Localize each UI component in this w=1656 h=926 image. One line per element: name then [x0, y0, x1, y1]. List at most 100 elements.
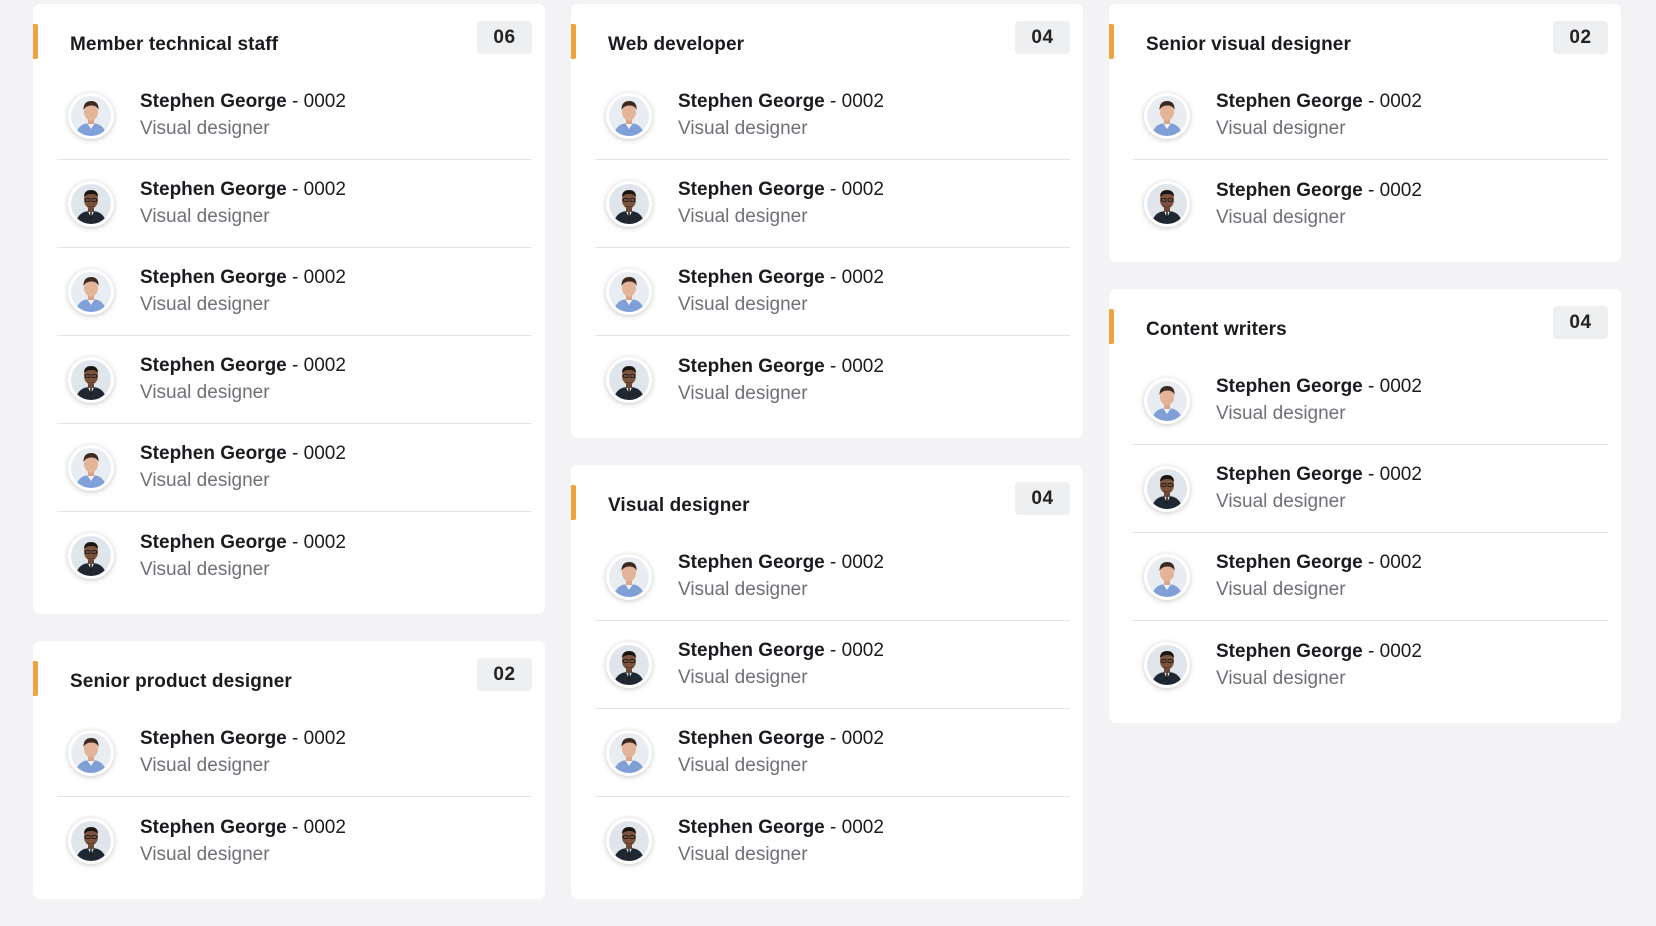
member-heading: Stephen George - 0002: [1216, 641, 1422, 663]
avatar[interactable]: [606, 729, 652, 776]
member-separator: -: [824, 355, 842, 377]
member-row[interactable]: Stephen George - 0002 Visual designer: [1133, 621, 1608, 709]
member-name[interactable]: Stephen George: [140, 443, 287, 464]
avatar-light-shirt-image: [1147, 380, 1187, 421]
member-row[interactable]: Stephen George - 0002 Visual designer: [595, 797, 1070, 885]
member-name[interactable]: Stephen George: [1216, 180, 1363, 201]
member-count-badge: 04: [1015, 21, 1070, 54]
avatar-dark-suit-image: [609, 183, 649, 224]
member-name[interactable]: Stephen George: [140, 728, 287, 749]
member-separator: -: [1362, 464, 1380, 485]
member-name[interactable]: Stephen George: [140, 532, 287, 553]
member-row[interactable]: Stephen George - 0002 Visual designer: [1133, 160, 1608, 248]
member-row[interactable]: Stephen George - 0002 Visual designer: [57, 709, 532, 797]
member-name[interactable]: Stephen George: [678, 356, 825, 377]
avatar-light-shirt-image: [71, 95, 111, 136]
member-role: Visual designer: [140, 843, 270, 865]
member-row[interactable]: Stephen George - 0002 Visual designer: [595, 533, 1070, 621]
member-role: Visual designer: [678, 667, 808, 688]
member-info: Stephen George - 0002 Visual designer: [140, 91, 346, 140]
avatar[interactable]: [606, 357, 652, 403]
avatar[interactable]: [606, 553, 652, 600]
member-heading: Stephen George - 0002: [678, 179, 884, 201]
member-id: 0002: [841, 640, 884, 661]
avatar[interactable]: [1144, 92, 1190, 139]
member-id: 0002: [303, 728, 346, 749]
member-row[interactable]: Stephen George - 0002 Visual designer: [595, 72, 1070, 160]
member-separator: -: [1362, 376, 1380, 397]
avatar[interactable]: [68, 180, 114, 227]
board-column: Member technical staff 06 Stephen George…: [33, 4, 545, 926]
avatar[interactable]: [606, 92, 652, 139]
team-card: Content writers 04 Stephen George - 0002…: [1109, 289, 1621, 723]
member-info: Stephen George - 0002 Visual designer: [140, 532, 346, 581]
team-card: Web developer 04 Stephen George - 0002 V…: [571, 4, 1083, 438]
member-row[interactable]: Stephen George - 0002 Visual designer: [595, 621, 1070, 709]
member-heading: Stephen George - 0002: [1216, 376, 1422, 398]
member-row[interactable]: Stephen George - 0002 Visual designer: [595, 160, 1070, 248]
member-id: 0002: [841, 552, 884, 573]
member-id: 0002: [841, 267, 884, 288]
member-row[interactable]: Stephen George - 0002 Visual designer: [57, 248, 532, 336]
member-info: Stephen George - 0002 Visual designer: [678, 267, 884, 316]
member-name[interactable]: Stephen George: [140, 817, 287, 838]
member-heading: Stephen George - 0002: [1216, 464, 1422, 486]
member-name[interactable]: Stephen George: [1216, 552, 1363, 573]
member-role: Visual designer: [678, 206, 808, 227]
member-id: 0002: [303, 443, 346, 464]
member-list: Stephen George - 0002 Visual designer St…: [1133, 72, 1608, 248]
avatar[interactable]: [606, 268, 652, 315]
member-name[interactable]: Stephen George: [678, 267, 825, 288]
member-row[interactable]: Stephen George - 0002 Visual designer: [595, 248, 1070, 336]
avatar-dark-suit-image: [71, 183, 111, 224]
avatar[interactable]: [1144, 181, 1190, 227]
member-row[interactable]: Stephen George - 0002 Visual designer: [595, 336, 1070, 424]
avatar-dark-suit-image: [1147, 468, 1187, 509]
member-row[interactable]: Stephen George - 0002 Visual designer: [1133, 533, 1608, 621]
avatar[interactable]: [68, 818, 114, 864]
avatar[interactable]: [68, 729, 114, 776]
member-row[interactable]: Stephen George - 0002 Visual designer: [57, 336, 532, 424]
member-name[interactable]: Stephen George: [678, 179, 825, 200]
avatar[interactable]: [606, 180, 652, 227]
member-row[interactable]: Stephen George - 0002 Visual designer: [57, 797, 532, 885]
member-name[interactable]: Stephen George: [678, 728, 825, 749]
member-row[interactable]: Stephen George - 0002 Visual designer: [57, 160, 532, 248]
member-role: Visual designer: [678, 579, 808, 600]
avatar[interactable]: [1144, 642, 1190, 688]
member-name[interactable]: Stephen George: [140, 267, 287, 288]
member-row[interactable]: Stephen George - 0002 Visual designer: [57, 424, 532, 512]
member-row[interactable]: Stephen George - 0002 Visual designer: [1133, 357, 1608, 445]
member-name[interactable]: Stephen George: [678, 552, 825, 573]
member-name[interactable]: Stephen George: [1216, 376, 1363, 397]
member-row[interactable]: Stephen George - 0002 Visual designer: [57, 72, 532, 160]
member-row[interactable]: Stephen George - 0002 Visual designer: [57, 512, 532, 600]
member-row[interactable]: Stephen George - 0002 Visual designer: [595, 709, 1070, 797]
avatar[interactable]: [68, 92, 114, 139]
avatar[interactable]: [68, 444, 114, 491]
member-name[interactable]: Stephen George: [678, 640, 825, 661]
avatar[interactable]: [606, 818, 652, 864]
member-heading: Stephen George - 0002: [140, 179, 346, 201]
avatar[interactable]: [1144, 465, 1190, 512]
avatar[interactable]: [606, 641, 652, 688]
avatar[interactable]: [1144, 377, 1190, 424]
member-info: Stephen George - 0002 Visual designer: [1216, 552, 1422, 601]
member-name[interactable]: Stephen George: [140, 91, 287, 112]
member-row[interactable]: Stephen George - 0002 Visual designer: [1133, 445, 1608, 533]
member-role: Visual designer: [140, 294, 270, 315]
member-row[interactable]: Stephen George - 0002 Visual designer: [1133, 72, 1608, 160]
accent-bar: [571, 24, 576, 59]
avatar[interactable]: [68, 268, 114, 315]
avatar[interactable]: [68, 356, 114, 403]
member-name[interactable]: Stephen George: [1216, 641, 1363, 662]
member-name[interactable]: Stephen George: [1216, 91, 1363, 112]
avatar[interactable]: [1144, 553, 1190, 600]
member-name[interactable]: Stephen George: [678, 817, 825, 838]
member-name[interactable]: Stephen George: [140, 179, 287, 200]
member-name[interactable]: Stephen George: [1216, 464, 1363, 485]
avatar[interactable]: [68, 533, 114, 579]
member-name[interactable]: Stephen George: [678, 91, 825, 112]
member-heading: Stephen George - 0002: [678, 728, 884, 750]
member-name[interactable]: Stephen George: [140, 355, 287, 376]
